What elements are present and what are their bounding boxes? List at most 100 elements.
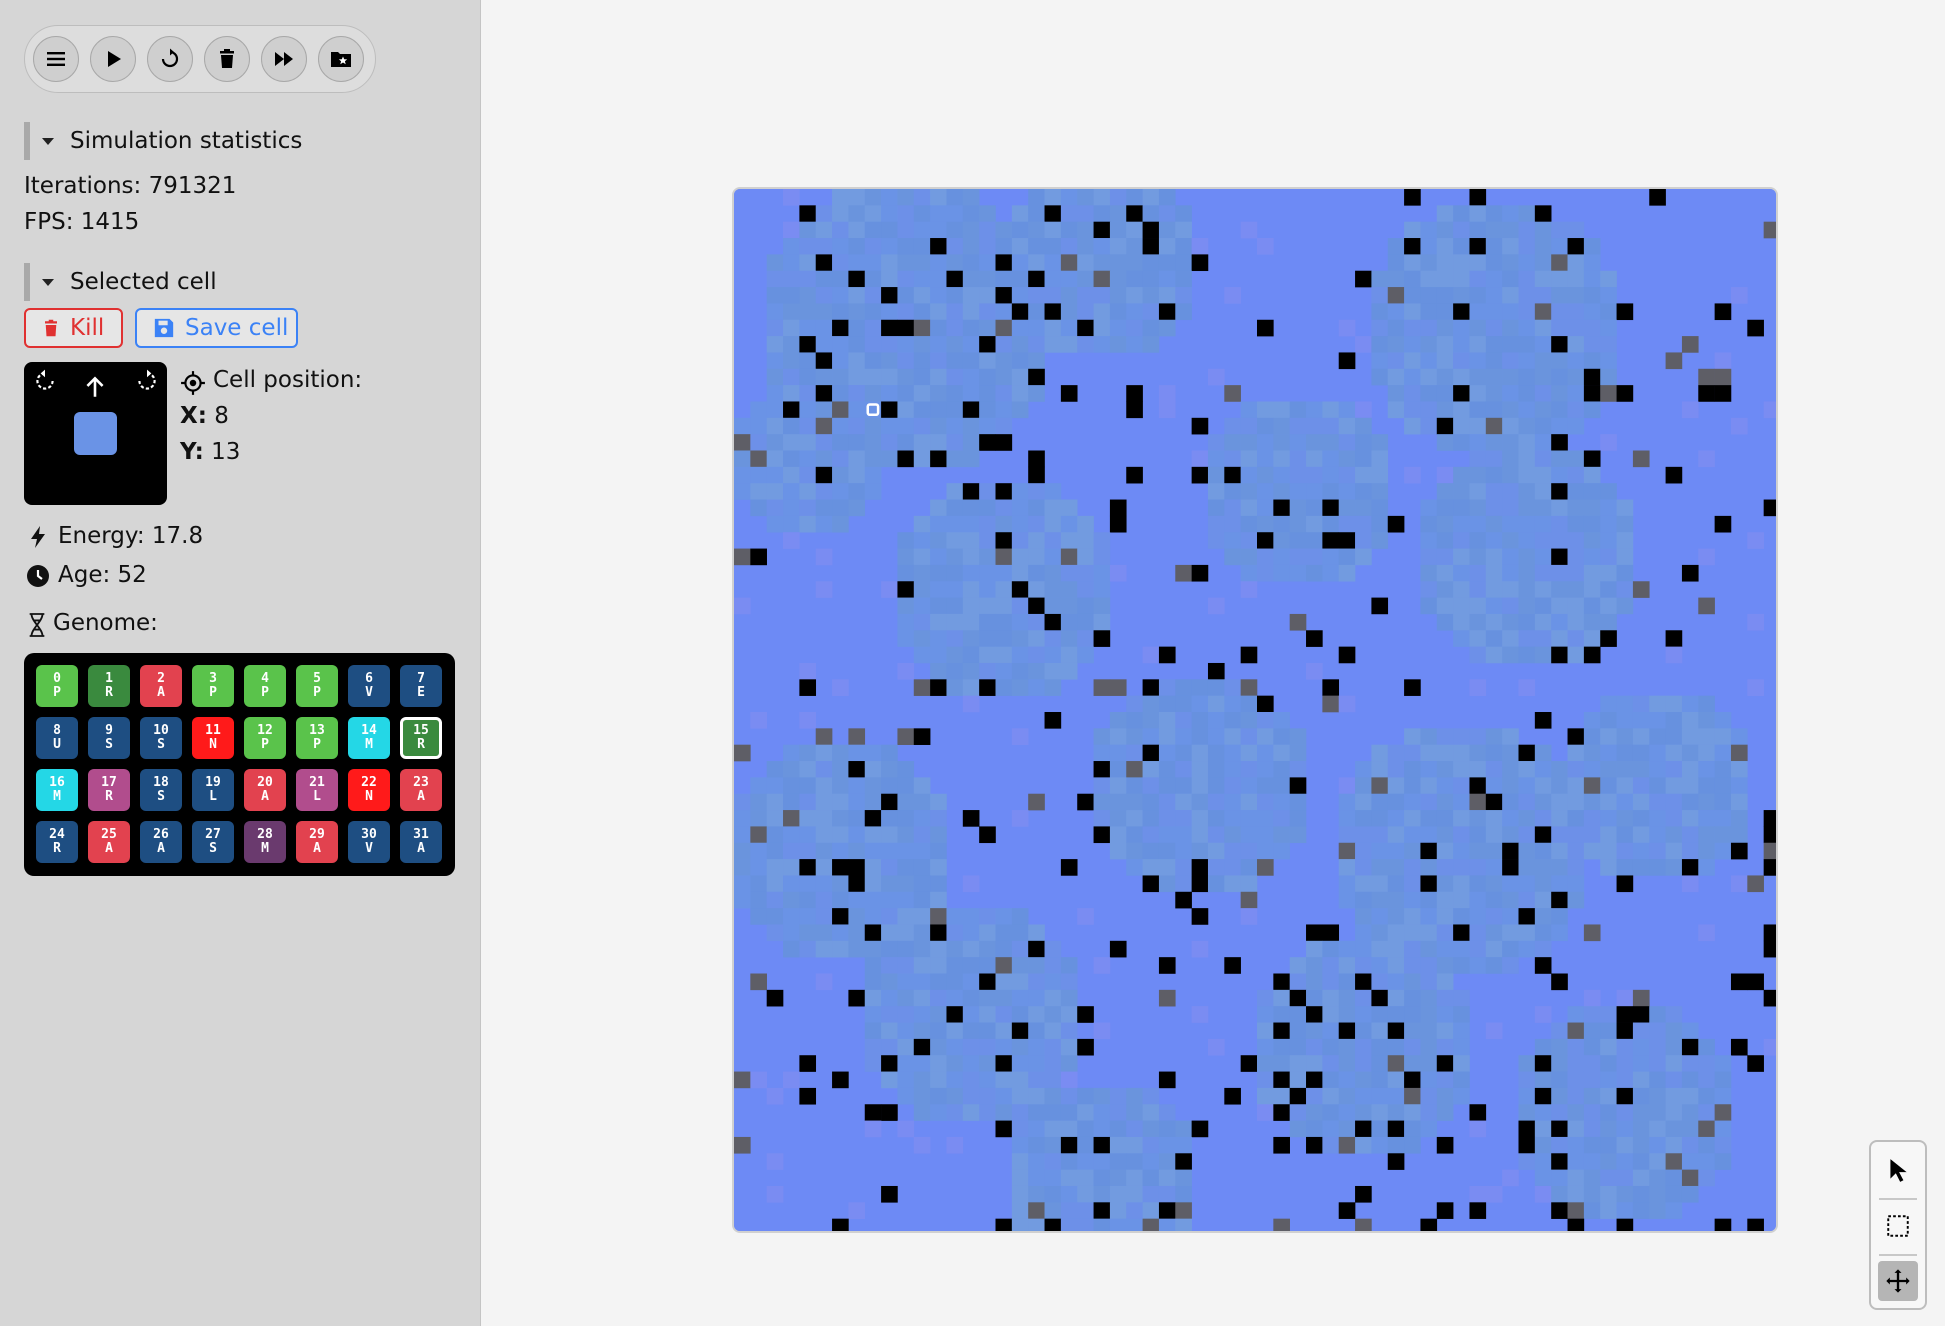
organism-cell <box>913 891 931 909</box>
organism-cell <box>1534 238 1552 255</box>
organism-cell <box>930 989 947 1007</box>
wall-cell <box>1028 466 1045 484</box>
gene-code: P <box>209 685 217 700</box>
wall-cell <box>1681 564 1699 582</box>
wall-cell <box>1518 1120 1536 1138</box>
genome-gene-27[interactable]: 27 S <box>192 821 234 863</box>
organism-cell <box>930 891 947 909</box>
organism-cell <box>1077 205 1094 222</box>
genome-gene-28[interactable]: 28 M <box>244 821 286 863</box>
fast-forward-button[interactable] <box>261 36 307 82</box>
organism-cell <box>962 989 980 1007</box>
genome-gene-31[interactable]: 31 A <box>400 821 442 863</box>
genome-gene-17[interactable]: 17 R <box>88 769 130 811</box>
genome-gene-11[interactable]: 11 N <box>192 717 234 759</box>
genome-gene-4[interactable]: 4P <box>244 665 286 707</box>
genome-gene-24[interactable]: 24 R <box>36 821 78 863</box>
genome-gene-22[interactable]: 22 N <box>348 769 390 811</box>
genome-gene-10[interactable]: 10 S <box>140 717 182 759</box>
selected-cell-marker[interactable] <box>866 403 880 417</box>
genome-gene-7[interactable]: 7E <box>400 665 442 707</box>
genome-gene-5[interactable]: 5P <box>296 665 338 707</box>
kill-button[interactable]: Kill <box>24 308 123 348</box>
organism-cell <box>1583 270 1601 288</box>
wall-cell <box>1567 728 1585 745</box>
genome-gene-6[interactable]: 6V <box>348 665 390 707</box>
clear-button[interactable] <box>204 36 250 82</box>
organism-cell <box>1420 336 1438 353</box>
saved-cells-button[interactable] <box>318 36 364 82</box>
play-button[interactable] <box>90 36 136 82</box>
genome-gene-26[interactable]: 26 A <box>140 821 182 863</box>
organism-cell <box>750 712 767 729</box>
genome-gene-1[interactable]: 1R <box>88 665 130 707</box>
genome-gene-23[interactable]: 23 A <box>400 769 442 811</box>
organism-cell <box>1404 466 1421 484</box>
organism-cell <box>897 1038 915 1056</box>
genome-gene-15[interactable]: 15 R <box>400 717 442 759</box>
genome-gene-20[interactable]: 20 A <box>244 769 286 811</box>
select-tool[interactable] <box>1878 1206 1918 1246</box>
organism-cell <box>1060 1055 1078 1072</box>
organism-cell <box>799 319 817 337</box>
selected-cell-section-header[interactable]: Selected cell <box>24 263 217 301</box>
cell-color-swatch <box>74 412 117 455</box>
genome-gene-14[interactable]: 14 M <box>348 717 390 759</box>
organism-cell <box>1224 548 1241 566</box>
organism-cell <box>1289 1120 1307 1138</box>
genome-gene-30[interactable]: 30 V <box>348 821 390 863</box>
genome-gene-8[interactable]: 8U <box>36 717 78 759</box>
genome-gene-3[interactable]: 3P <box>192 665 234 707</box>
gene-code: A <box>313 841 321 856</box>
wall-cell <box>1028 597 1045 615</box>
organism-cell <box>1469 957 1487 974</box>
pan-tool[interactable] <box>1878 1261 1918 1301</box>
organism-cell <box>1551 221 1568 239</box>
genome-gene-21[interactable]: 21 L <box>296 769 338 811</box>
organism-cell <box>1485 777 1503 795</box>
menu-button[interactable] <box>33 36 79 82</box>
genome-gene-16[interactable]: 16 M <box>36 769 78 811</box>
organism-cell <box>1338 483 1356 500</box>
genome-gene-0[interactable]: 0P <box>36 665 78 707</box>
wall-cell <box>995 483 1013 500</box>
organism-cell <box>1649 1153 1666 1170</box>
organism-cell <box>1355 1087 1372 1105</box>
organism-cell <box>1175 761 1192 778</box>
statistics-section-header[interactable]: Simulation statistics <box>24 122 302 160</box>
organism-cell <box>1681 1153 1699 1170</box>
genome-gene-2[interactable]: 2A <box>140 665 182 707</box>
organism-cell <box>995 597 1013 615</box>
save-cell-button[interactable]: Save cell <box>135 308 298 348</box>
organism-cell <box>946 205 964 222</box>
world-view[interactable] <box>732 187 1778 1233</box>
genome-gene-25[interactable]: 25 A <box>88 821 130 863</box>
organism-cell <box>881 875 898 893</box>
organism-cell <box>1240 826 1258 844</box>
organism-cell <box>1257 1055 1274 1072</box>
organism-cell <box>995 1071 1013 1089</box>
genome-gene-29[interactable]: 29 A <box>296 821 338 863</box>
organism-cell <box>897 434 915 451</box>
organism-cell <box>1207 499 1225 517</box>
reset-button[interactable] <box>147 36 193 82</box>
organism-cell <box>1632 728 1650 745</box>
rotate-right-icon[interactable] <box>134 368 160 394</box>
dead-cell <box>1109 679 1127 696</box>
genome-gene-19[interactable]: 19 L <box>192 769 234 811</box>
organism-cell <box>1257 842 1274 860</box>
genome-gene-9[interactable]: 9S <box>88 717 130 759</box>
organism-cell <box>913 254 931 272</box>
organism-cell <box>1534 532 1552 549</box>
rotate-left-icon[interactable] <box>32 368 58 394</box>
organism-cell <box>1534 1006 1552 1023</box>
genome-gene-13[interactable]: 13 P <box>296 717 338 759</box>
genome-gene-12[interactable]: 12 P <box>244 717 286 759</box>
organism-cell <box>1420 499 1438 517</box>
organism-cell <box>1387 891 1405 909</box>
world-grid[interactable] <box>734 189 1778 1233</box>
pointer-tool[interactable] <box>1878 1150 1918 1190</box>
genome-gene-18[interactable]: 18 S <box>140 769 182 811</box>
arrow-up-icon <box>86 376 104 397</box>
organism-cell <box>864 875 882 893</box>
